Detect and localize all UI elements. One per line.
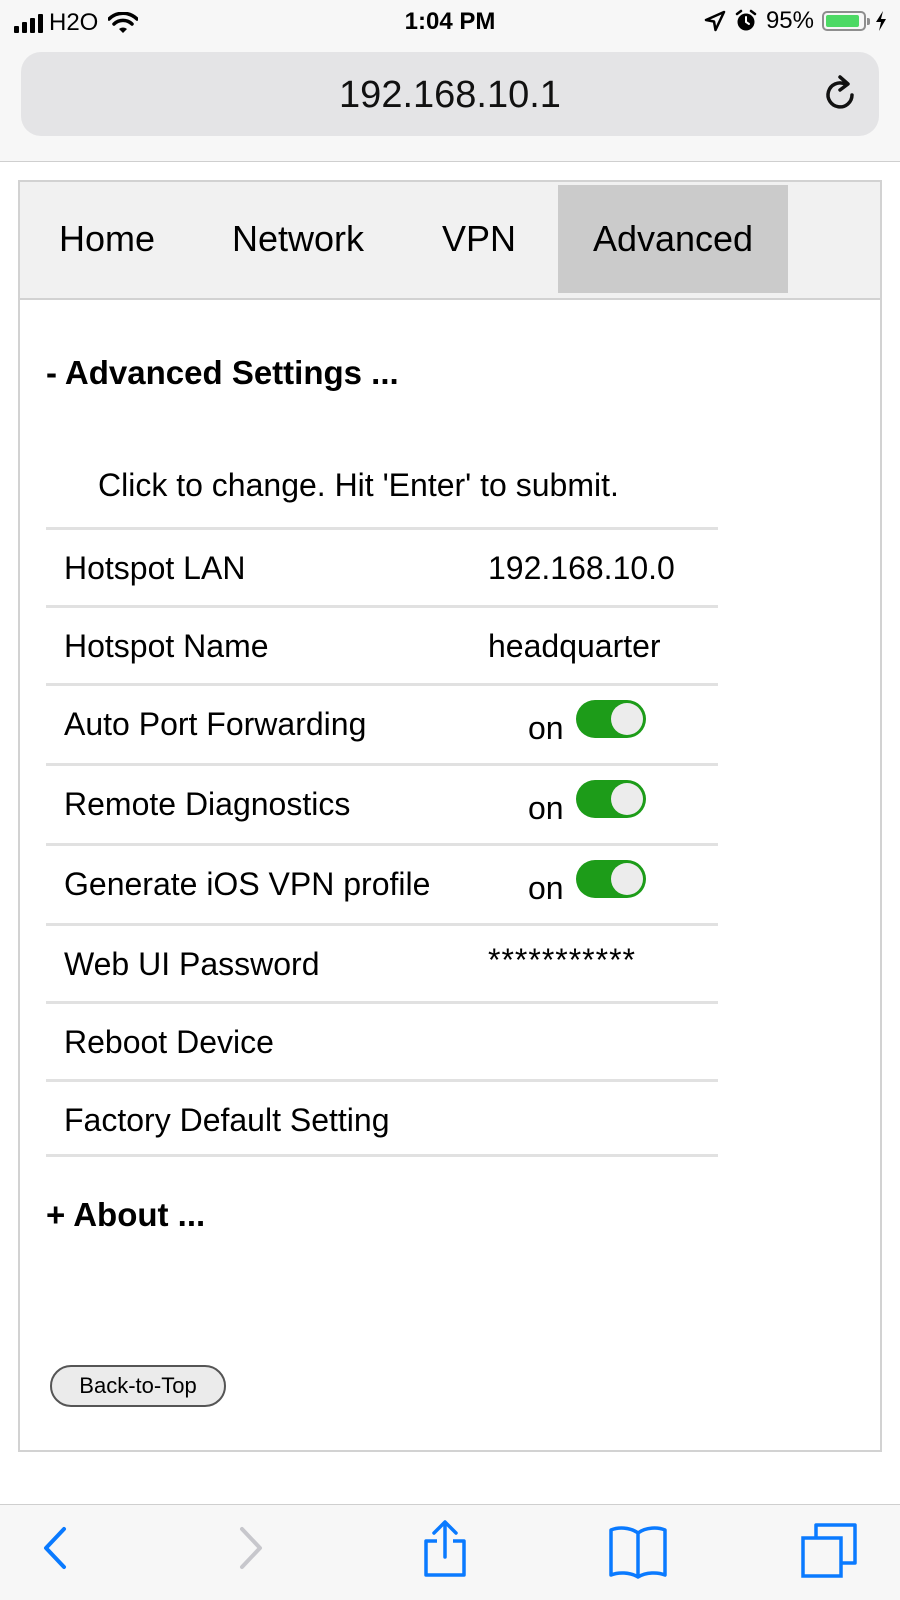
setting-label: Web UI Password: [64, 946, 320, 982]
settings-table: Hotspot LAN 192.168.10.0 Hotspot Name he…: [46, 527, 718, 1157]
nav-tabbar: Home Network VPN Advanced: [20, 182, 880, 300]
setting-row-reboot-device[interactable]: Reboot Device: [46, 1001, 718, 1079]
setting-label[interactable]: Reboot Device: [64, 1024, 274, 1061]
setting-row-factory-default[interactable]: Factory Default Setting: [46, 1079, 718, 1157]
forward-icon[interactable]: [236, 1523, 266, 1573]
battery-icon: [822, 11, 870, 31]
setting-row-hotspot-lan[interactable]: Hotspot LAN 192.168.10.0: [46, 527, 718, 605]
setting-row-hotspot-name[interactable]: Hotspot Name headquarter: [46, 605, 718, 683]
setting-row-auto-port-forwarding[interactable]: Auto Port Forwarding on: [46, 683, 718, 763]
auto-port-forwarding-toggle[interactable]: [576, 700, 646, 738]
tab-vpn[interactable]: VPN: [420, 185, 538, 293]
bookmarks-icon[interactable]: [608, 1525, 668, 1579]
setting-label: Hotspot Name: [64, 628, 269, 664]
tab-network[interactable]: Network: [210, 185, 386, 293]
toggle-state-text: on: [528, 790, 564, 826]
hotspot-name-value[interactable]: headquarter: [488, 628, 661, 665]
location-icon: [704, 10, 726, 32]
url-text[interactable]: 192.168.10.1: [21, 74, 879, 117]
ios-vpn-profile-toggle[interactable]: [576, 860, 646, 898]
charging-icon: [876, 11, 886, 31]
settings-hint: Click to change. Hit 'Enter' to submit.: [98, 467, 619, 503]
remote-diagnostics-toggle[interactable]: [576, 780, 646, 818]
back-icon[interactable]: [40, 1523, 70, 1573]
reload-icon[interactable]: [823, 74, 859, 114]
address-bar[interactable]: 192.168.10.1: [21, 52, 879, 136]
advanced-settings-header[interactable]: - Advanced Settings ...: [46, 354, 399, 392]
password-value[interactable]: ***********: [488, 942, 636, 979]
status-right: 95%: [704, 7, 888, 35]
toggle-knob: [611, 863, 643, 895]
toggle-knob: [611, 783, 643, 815]
setting-row-ios-vpn-profile[interactable]: Generate iOS VPN profile on: [46, 843, 718, 923]
tab-advanced[interactable]: Advanced: [558, 185, 788, 293]
setting-label: Hotspot LAN: [64, 550, 246, 586]
share-icon[interactable]: [420, 1519, 470, 1579]
setting-label[interactable]: Factory Default Setting: [64, 1102, 389, 1139]
battery-percent: 95%: [765, 7, 814, 34]
about-header[interactable]: + About ...: [46, 1196, 205, 1234]
setting-label: Auto Port Forwarding: [64, 706, 367, 742]
alarm-icon: [735, 9, 757, 31]
url-bar-area: 192.168.10.1: [0, 44, 900, 162]
tabs-icon[interactable]: [800, 1521, 860, 1581]
setting-label: Generate iOS VPN profile: [64, 866, 431, 902]
tab-home[interactable]: Home: [20, 185, 194, 293]
toggle-state-text: on: [528, 870, 564, 906]
back-to-top-button[interactable]: Back-to-Top: [50, 1365, 226, 1407]
setting-row-remote-diagnostics[interactable]: Remote Diagnostics on: [46, 763, 718, 843]
router-page: Home Network VPN Advanced - Advanced Set…: [18, 180, 882, 1452]
toggle-knob: [611, 703, 643, 735]
status-bar: H2O 1:04 PM 95%: [0, 0, 900, 44]
hotspot-lan-value[interactable]: 192.168.10.0: [488, 550, 675, 587]
setting-label: Remote Diagnostics: [64, 786, 351, 822]
setting-row-web-ui-password[interactable]: Web UI Password ***********: [46, 923, 718, 1001]
toggle-state-text: on: [528, 710, 564, 746]
browser-toolbar: [0, 1504, 900, 1600]
